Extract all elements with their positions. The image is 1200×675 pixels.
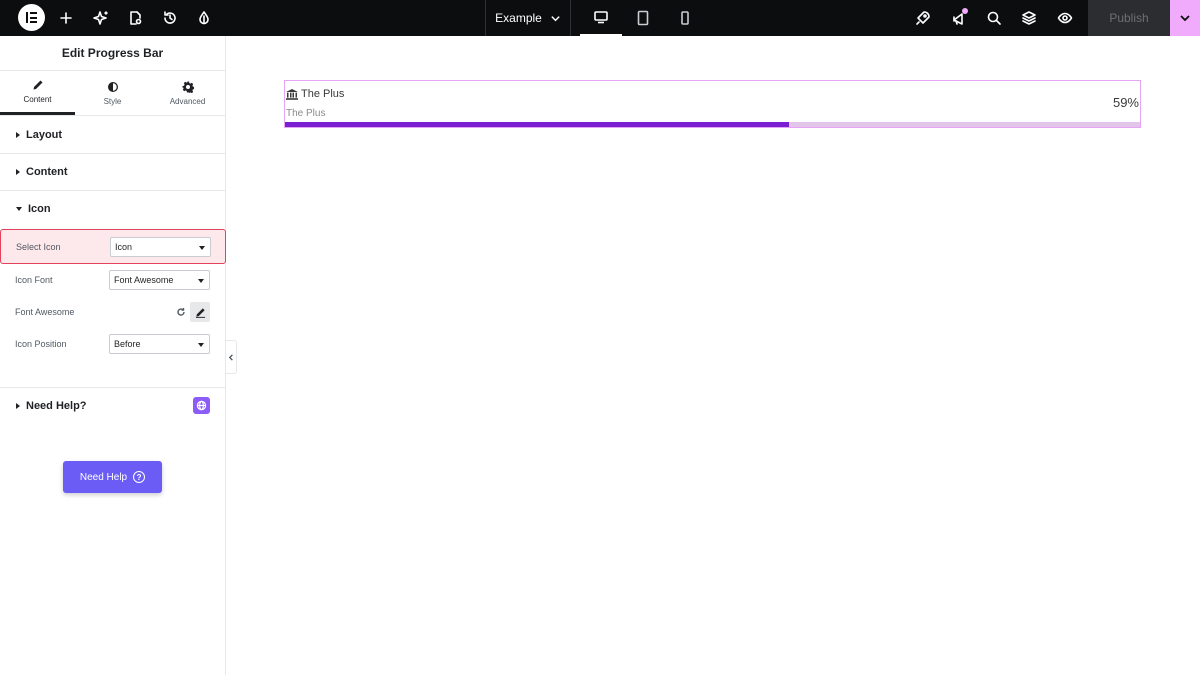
icon-library-button[interactable] [190, 302, 210, 322]
desktop-icon [594, 11, 608, 24]
tablet-device-button[interactable] [622, 0, 664, 36]
question-icon: ? [133, 471, 146, 483]
tab-label: Content [23, 95, 52, 104]
panel-tabs: Content Style Advanced [0, 70, 225, 116]
mobile-icon [681, 11, 689, 25]
progress-bar-title: The Plus [286, 88, 344, 100]
dropdown-arrow-icon [199, 245, 205, 250]
need-help-button[interactable]: Need Help ? [63, 461, 162, 493]
section-layout[interactable]: Layout [0, 117, 225, 154]
gear-icon [182, 81, 194, 93]
desktop-device-button[interactable] [580, 0, 622, 36]
progress-bar-value: 59% [1112, 95, 1139, 110]
tab-advanced[interactable]: Advanced [150, 71, 225, 115]
icon-position-dropdown[interactable]: Before [109, 334, 210, 354]
section-label: Layout [26, 129, 63, 141]
caret-right-icon [16, 403, 20, 409]
search-icon[interactable] [984, 8, 1004, 28]
dropdown-arrow-icon [198, 279, 204, 283]
tab-style[interactable]: Style [75, 71, 150, 115]
section-icon[interactable]: Icon [0, 191, 225, 226]
caret-down-icon [16, 206, 22, 211]
page-selector[interactable]: Example [485, 0, 571, 36]
chevron-left-icon [228, 353, 233, 361]
progress-bar-subtitle: The Plus [286, 108, 326, 119]
notification-dot [962, 8, 968, 14]
editor-panel: Edit Progress Bar Content Style Advanced… [0, 36, 226, 675]
control-icon-position: Icon Position Before [0, 328, 225, 360]
section-content[interactable]: Content [0, 154, 225, 191]
tab-content[interactable]: Content [0, 71, 75, 115]
section-label: Content [26, 166, 68, 178]
dropdown-arrow-icon [198, 343, 204, 347]
icon-font-dropdown[interactable]: Font Awesome [109, 270, 210, 290]
pencil-icon [33, 80, 42, 90]
control-font-awesome: Font Awesome [0, 296, 225, 328]
control-select-icon: Select Icon Icon [0, 229, 226, 264]
progress-bar-track [285, 122, 1140, 127]
caret-right-icon [16, 132, 20, 138]
control-label: Font Awesome [15, 307, 75, 317]
plus-icon[interactable] [56, 8, 76, 28]
select-value: Icon [115, 241, 133, 252]
landmark-icon [286, 88, 298, 100]
history-icon[interactable] [160, 8, 180, 28]
pencil-icon [195, 307, 205, 318]
section-label: Need Help? [26, 400, 87, 412]
page-settings-icon[interactable] [125, 8, 145, 28]
select-value: Font Awesome [114, 275, 174, 285]
section-need-help[interactable]: Need Help? [0, 387, 226, 424]
select-value: Before [114, 339, 141, 349]
mobile-device-button[interactable] [664, 0, 706, 36]
layers-icon[interactable] [1019, 8, 1039, 28]
progress-bar-title-text: The Plus [301, 88, 345, 100]
megaphone-icon[interactable] [949, 8, 969, 28]
progress-bar-widget[interactable]: The Plus The Plus 59% [284, 80, 1141, 128]
rocket-icon[interactable] [913, 8, 933, 28]
drop-icon[interactable] [194, 8, 214, 28]
elementor-logo-icon[interactable] [18, 4, 45, 31]
publish-options-button[interactable] [1170, 0, 1200, 36]
chevron-down-icon [551, 15, 560, 21]
top-bar: Example Publish [0, 0, 1200, 36]
half-circle-icon [107, 81, 118, 92]
caret-right-icon [16, 169, 20, 175]
control-label: Select Icon [16, 241, 61, 252]
section-label: Icon [28, 202, 51, 215]
tablet-icon [637, 10, 649, 26]
sparkle-icon[interactable] [91, 8, 111, 28]
chevron-down-icon [1180, 15, 1190, 22]
eye-icon[interactable] [1055, 8, 1075, 28]
progress-bar-fill [285, 122, 790, 127]
control-label: Icon Font [15, 275, 53, 285]
tab-label: Style [103, 96, 122, 106]
control-icon-font: Icon Font Font Awesome [0, 264, 225, 296]
publish-button[interactable]: Publish [1088, 0, 1170, 36]
tab-label: Advanced [169, 96, 206, 106]
help-globe-icon [193, 397, 210, 414]
select-icon-dropdown[interactable]: Icon [110, 236, 211, 257]
collapse-panel-button[interactable] [226, 340, 237, 374]
reset-icon[interactable] [176, 307, 186, 317]
need-help-label: Need Help [79, 471, 128, 483]
panel-title: Edit Progress Bar [61, 46, 164, 60]
control-label: Icon Position [15, 339, 67, 349]
page-name: Example [495, 11, 542, 25]
